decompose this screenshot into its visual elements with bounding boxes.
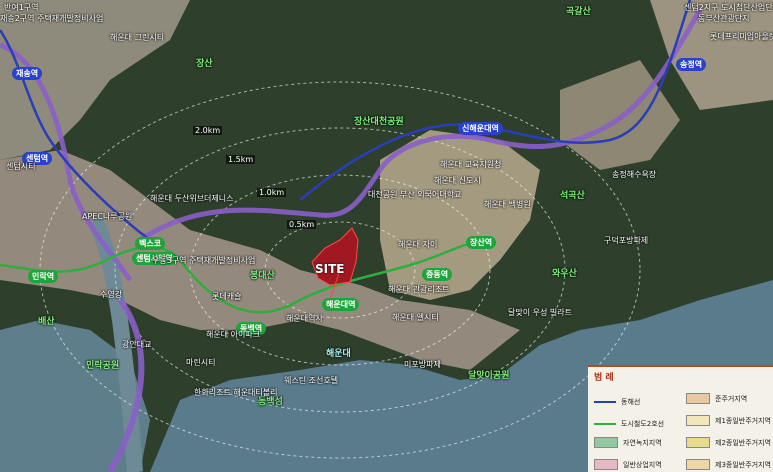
label-green-city: 해운대 그린시티 — [110, 33, 165, 42]
label-bongdaesan: 봉대산 — [250, 271, 275, 281]
label-lotte-outlet: 롯데프리미엄아울렛 동부산점 — [710, 32, 773, 41]
label-wausan: 와우산 — [552, 269, 577, 279]
label-suyeong-river: 수영강 — [100, 290, 123, 299]
legend-label: 동해선 — [621, 398, 641, 406]
station-bexco: 벡스코 — [135, 237, 166, 250]
legend-swatch — [686, 459, 710, 470]
ring-label-1km: 1.0km — [257, 188, 287, 197]
ring-label-0-5km: 0.5km — [287, 220, 317, 229]
legend-label: 제3종일반주거지역 — [715, 460, 771, 469]
label-new-town: 해운대 신도시 — [434, 176, 481, 185]
legend-swatch — [594, 459, 618, 470]
label-gwangan-bridge: 광안대교 — [122, 340, 152, 349]
legend-item-donghae: 동해선 — [594, 397, 640, 407]
label-lotte-castle: 롯데캐슬 — [212, 292, 242, 301]
label-lcity: 해운대 엘시티 — [392, 313, 439, 322]
label-apec-park: APEC나루공원 — [82, 212, 133, 221]
label-doosan-zenith: 해운대 두산위브더제니스 — [150, 194, 234, 203]
station-jangsan: 장산역 — [466, 236, 497, 249]
label-minrak-park: 민락공원 — [86, 361, 120, 371]
legend-label: 준주거지역 — [715, 394, 748, 403]
legend-swatch — [686, 415, 710, 426]
label-udong3: 우동3구역 주택재개발정비사업 — [152, 256, 256, 265]
label-gudeokpo: 구덕포방파제 — [604, 236, 649, 245]
map-canvas: 2.0km 1.5km 1.0km 0.5km SITE 센텀시티역 민락역 벡… — [0, 0, 773, 472]
label-baesan: 배산 — [38, 317, 55, 327]
label-tourist-resort: 해운대 관광리조트 — [388, 285, 450, 294]
legend-swatch — [594, 401, 616, 403]
label-centum-city: 센텀시티 — [6, 162, 36, 171]
label-haeundae-station: 해운대역사 — [286, 314, 323, 323]
station-minrak: 민락역 — [28, 270, 59, 283]
legend-item-residential-1: 제1종일반주거지역 — [686, 415, 771, 426]
legend-swatch — [686, 393, 710, 404]
label-jangsan: 장산 — [196, 59, 213, 69]
legend-title: 범 례 — [594, 373, 614, 383]
legend-swatch — [594, 423, 616, 425]
ring-label-2km: 2.0km — [193, 126, 223, 135]
label-gokgalsan: 곡갈산 — [566, 7, 591, 17]
label-centum2: 센텀2지구 도시첨단산업단지 — [684, 3, 773, 12]
legend-item-line2: 도시철도2호선 — [594, 419, 664, 429]
legend-item-commercial: 일반상업지역 — [594, 459, 662, 470]
label-jangsan-daecheon-park: 장산대천공원 — [354, 117, 404, 127]
label-daecheon-park: 대천공원 부산 외국어대학교 — [368, 190, 462, 199]
legend-item-residential-2: 제2종일반주거지역 — [686, 437, 771, 448]
label-dongbaekseom: 동백섬 — [258, 397, 283, 407]
label-banyeo-1: 반여1구역 — [4, 3, 39, 12]
label-dalmaji-woosung: 달맞이 우성 빌라트 — [508, 308, 572, 317]
legend-swatch — [686, 437, 710, 448]
legend-item-residential-3: 제3종일반주거지역 — [686, 459, 771, 470]
legend-label: 일반상업지역 — [623, 460, 662, 469]
label-jaesong2: 재송2구역 주택재개발정비사업 — [0, 14, 104, 23]
station-jaesong: 재송역 — [12, 67, 43, 80]
label-paik-hospital: 해운대 백병원 — [484, 200, 531, 209]
label-hanwha-resort: 한화리조트 해운대티볼리 — [194, 388, 278, 397]
legend-item-semi-residential: 준주거지역 — [686, 393, 747, 404]
label-east-busan-tourism: 동부산관광단지 — [698, 14, 750, 23]
station-jungdong: 중동역 — [422, 268, 453, 281]
label-dalmaji-park: 달맞이공원 — [468, 371, 510, 381]
label-mipo-breakwater: 미포방파제 — [404, 360, 441, 369]
legend-label: 자연녹지지역 — [623, 438, 662, 447]
legend-item-natural-green: 자연녹지지역 — [594, 437, 662, 448]
station-songjeong: 송정역 — [676, 58, 707, 71]
legend-label: 도시철도2호선 — [621, 420, 665, 428]
label-songjeong-beach: 송정해수욕장 — [612, 170, 657, 179]
ring-label-1-5km: 1.5km — [226, 155, 256, 164]
label-marine-city: 마린시티 — [186, 358, 216, 367]
label-i-park: 해운대 아이파크 — [206, 330, 261, 339]
label-haeundae-xi: 해운대 자이 — [398, 240, 438, 249]
site-label: SITE — [315, 262, 345, 276]
label-westin-chosun: 웨스틴 조선호텔 — [284, 376, 339, 385]
legend-label: 제1종일반주거지역 — [715, 416, 771, 425]
station-shin-haeundae: 신해운대역 — [458, 122, 503, 135]
legend-swatch — [594, 437, 618, 448]
label-seokgoksan: 석곡산 — [560, 191, 585, 201]
legend-label: 제2종일반주거지역 — [715, 438, 771, 447]
legend-panel: 범 례 동해선 준주거지역 도시철도2호선 제1종일반주거지역 자연녹지지역 제… — [588, 365, 773, 472]
label-haeundae-beach: 해운대 — [326, 349, 351, 359]
label-education-office: 해운대 교육지원청 — [440, 160, 502, 169]
station-haeundae: 해운대역 — [322, 298, 360, 311]
